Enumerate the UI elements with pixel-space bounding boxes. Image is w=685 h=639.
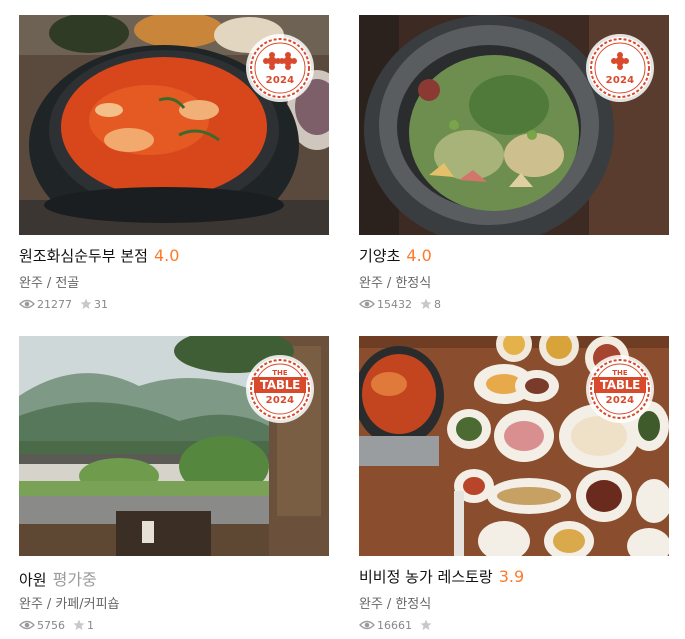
restaurant-meta: 완주 / 한정식 (359, 593, 669, 612)
eye-icon (19, 299, 35, 309)
restaurant-name[interactable]: 아원 (19, 571, 47, 589)
restaurant-category: 전골 (55, 276, 80, 291)
the-table-badge: THE TABLE 2024 (249, 358, 311, 420)
eye-icon (359, 620, 375, 630)
restaurant-card[interactable]: 2024 기양초 4.0 완주 / 한정식 15432 8 (359, 15, 669, 312)
view-count: 21277 (37, 297, 72, 311)
view-count: 16661 (377, 618, 412, 632)
ribbon-badge-emblem (250, 38, 310, 98)
restaurant-category: 한정식 (395, 276, 432, 291)
restaurant-card[interactable]: THE TABLE 2024 아원 평가중 완주 / 카페/커피숍 5756 1 (19, 336, 329, 633)
meta-separator: / (386, 597, 392, 612)
restaurant-meta: 완주 / 전골 (19, 272, 329, 291)
restaurant-stats: 5756 1 (19, 617, 329, 633)
review-count: 31 (94, 297, 108, 311)
restaurant-photo[interactable]: 2024 (19, 15, 329, 235)
restaurant-score: 4.0 (406, 246, 432, 265)
ribbon-badge: 2024 (249, 37, 311, 99)
star-icon (73, 619, 85, 630)
restaurant-category: 카페/커피숍 (55, 597, 120, 612)
ribbon-badge-emblem (590, 38, 650, 98)
restaurant-score: 4.0 (153, 246, 180, 265)
eye-icon (359, 299, 375, 309)
badge-table-text: TABLE (594, 377, 646, 393)
restaurant-category: 한정식 (395, 597, 432, 612)
restaurant-title-row: 아원 평가중 (19, 566, 329, 590)
restaurant-meta: 완주 / 카페/커피숍 (19, 593, 329, 612)
star-icon (80, 298, 92, 309)
the-table-badge: THE TABLE 2024 (589, 358, 651, 420)
restaurant-title-row: 원조화심순두부 본점 4.0 (19, 245, 329, 269)
badge-year: 2024 (605, 395, 635, 406)
review-count: 8 (434, 297, 441, 311)
eye-icon (19, 620, 35, 630)
restaurant-meta: 완주 / 한정식 (359, 272, 669, 291)
restaurant-title-row: 기양초 4.0 (359, 245, 669, 269)
meta-separator: / (46, 276, 52, 291)
badge-year: 2024 (265, 395, 295, 406)
restaurant-photo[interactable]: THE TABLE 2024 (359, 336, 669, 556)
restaurant-stats: 16661 (359, 617, 669, 633)
badge-the-text: THE (272, 369, 288, 377)
restaurant-region: 완주 (359, 276, 383, 291)
restaurant-name[interactable]: 비비정 농가 레스토랑 (359, 568, 493, 586)
meta-separator: / (46, 597, 52, 612)
ribbon-badge: 2024 (589, 37, 651, 99)
restaurant-card[interactable]: 2024 원조화심순두부 본점 4.0 완주 / 전골 21277 31 (19, 15, 329, 312)
restaurant-region: 완주 (19, 276, 43, 291)
restaurant-score: 평가중 (52, 570, 97, 589)
restaurant-name[interactable]: 원조화심순두부 본점 (19, 247, 148, 265)
restaurant-photo[interactable]: THE TABLE 2024 (19, 336, 329, 556)
restaurant-card[interactable]: THE TABLE 2024 비비정 농가 레스토랑 3.9 완주 / 한정식 166… (359, 336, 669, 633)
view-count: 5756 (37, 618, 65, 632)
meta-separator: / (386, 276, 392, 291)
badge-table-text: TABLE (254, 377, 306, 393)
restaurant-score: 3.9 (498, 567, 525, 586)
badge-the-text: THE (612, 369, 628, 377)
restaurant-stats: 21277 31 (19, 296, 329, 312)
restaurant-title-row: 비비정 농가 레스토랑 3.9 (359, 566, 669, 590)
badge-year: 2024 (605, 75, 635, 86)
view-count: 15432 (377, 297, 412, 311)
restaurant-name[interactable]: 기양초 (359, 247, 400, 265)
restaurant-photo[interactable]: 2024 (359, 15, 669, 235)
restaurant-stats: 15432 8 (359, 296, 669, 312)
restaurant-region: 완주 (19, 597, 43, 612)
badge-year: 2024 (265, 75, 295, 86)
restaurant-region: 완주 (359, 597, 383, 612)
star-icon (420, 298, 432, 309)
star-icon (420, 619, 432, 630)
review-count: 1 (87, 618, 94, 632)
